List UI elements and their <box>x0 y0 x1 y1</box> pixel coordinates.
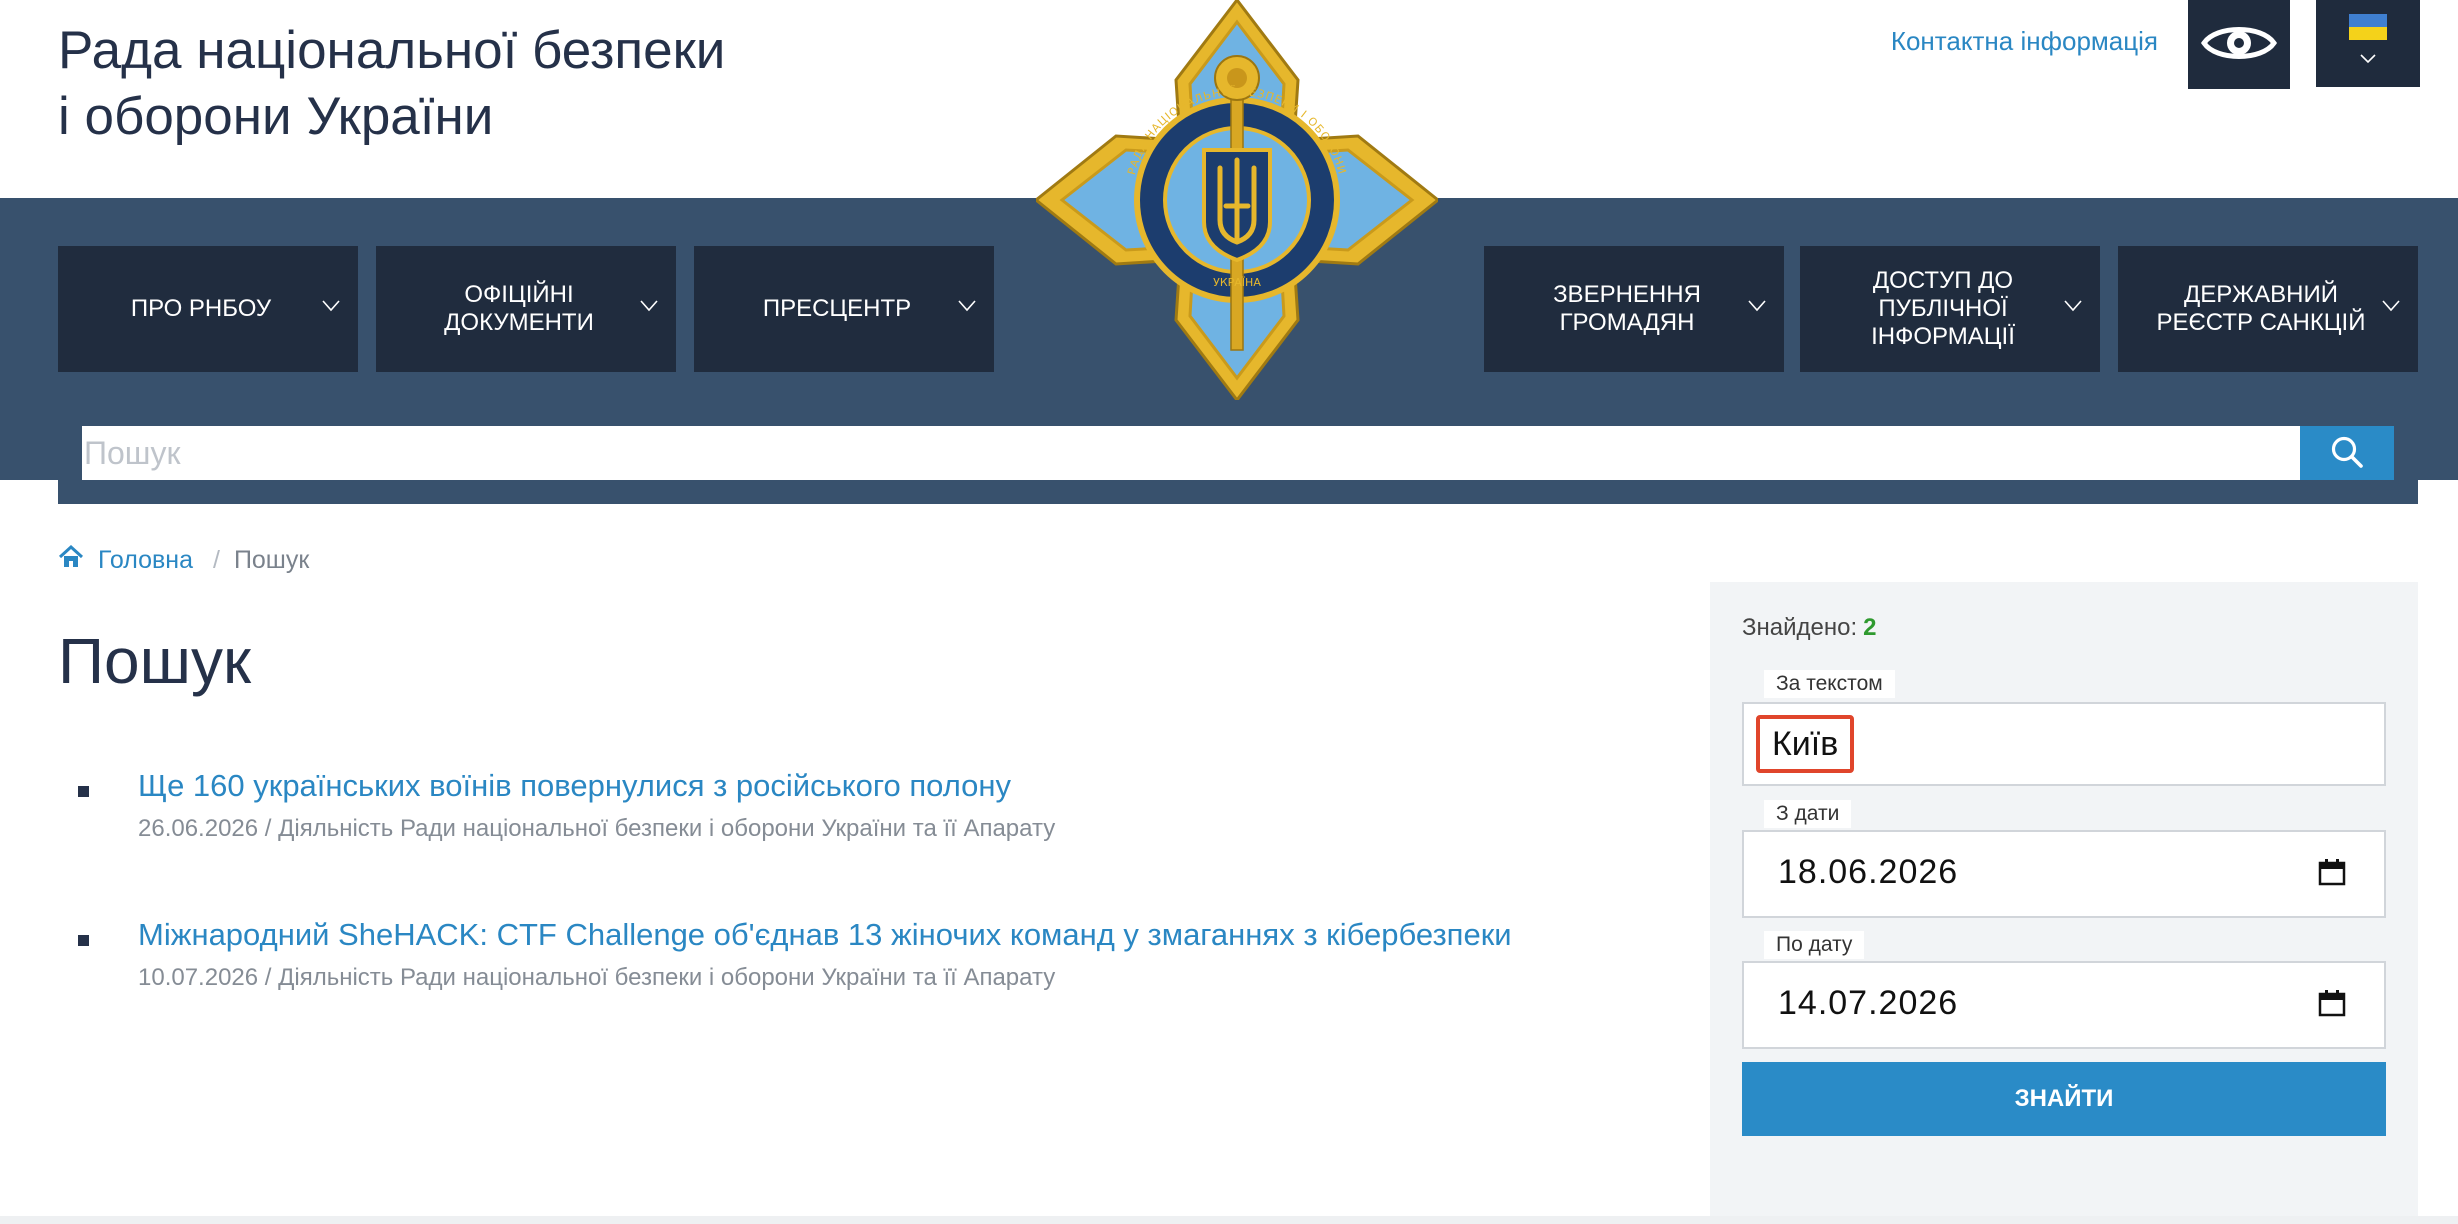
search-icon <box>2330 435 2364 472</box>
nav-item-about[interactable]: ПРО РНБОУ <box>58 246 358 372</box>
chevron-down-icon <box>2064 300 2082 315</box>
date-to-value[interactable]: 14.07.2026 <box>1778 984 1958 1023</box>
page-title: Пошук <box>58 625 251 697</box>
accessibility-button[interactable] <box>2188 0 2290 89</box>
site-title-line2: і оборони України <box>58 87 494 146</box>
calendar-icon[interactable] <box>2318 989 2346 1022</box>
chevron-down-icon <box>1748 300 1766 315</box>
result-meta: 26.06.2026 / Діяльність Ради національно… <box>138 815 1056 842</box>
results-count-label: Знайдено: <box>1742 614 1858 641</box>
chevron-down-icon <box>2360 52 2376 67</box>
nav-item-label: ОФІЦІЙНІ ДОКУМЕНТИ <box>444 281 594 336</box>
breadcrumb-home-label: Головна <box>98 545 193 574</box>
breadcrumb: Головна / Пошук <box>58 540 309 580</box>
date-to-label: По дату <box>1764 931 1865 959</box>
site-title-line1: Рада національної безпеки <box>58 21 726 80</box>
chevron-down-icon <box>2382 300 2400 315</box>
calendar-icon[interactable] <box>2318 858 2346 891</box>
text-filter-value[interactable]: Київ <box>1756 715 1855 773</box>
nav-item-official-documents[interactable]: ОФІЦІЙНІ ДОКУМЕНТИ <box>376 246 676 372</box>
nav-item-sanctions-registry[interactable]: ДЕРЖАВНИЙ РЕЄСТР САНКЦІЙ <box>2118 246 2418 372</box>
nav-item-label: ЗВЕРНЕННЯ ГРОМАДЯН <box>1553 281 1701 336</box>
nav-item-label: ПРО РНБОУ <box>130 295 272 322</box>
search-band <box>58 480 2418 504</box>
result-title-link[interactable]: Ще 160 українських воїнів повернулися з … <box>138 766 1011 806</box>
nav-item-label: ДЕРЖАВНИЙ РЕЄСТР САНКЦІЙ <box>2156 281 2366 336</box>
find-button[interactable]: ЗНАЙТИ <box>1742 1062 2386 1136</box>
search-button[interactable] <box>2300 426 2394 480</box>
chevron-down-icon <box>322 300 340 315</box>
list-bullet <box>78 786 89 797</box>
language-switcher-button[interactable] <box>2316 0 2420 87</box>
breadcrumb-current: Пошук <box>233 545 310 574</box>
nav-item-label: ПРЕСЦЕНТР <box>762 295 912 322</box>
breadcrumb-home-link[interactable]: Головна <box>58 544 193 576</box>
svg-text:УКРАЇНА: УКРАЇНА <box>1213 276 1261 289</box>
results-count: Знайдено: 2 <box>1742 614 1876 642</box>
result-title-link[interactable]: Міжнародний SheHACK: CTF Challenge об'єд… <box>138 915 1512 955</box>
nav-item-citizen-appeals[interactable]: ЗВЕРНЕННЯ ГРОМАДЯН <box>1484 246 1784 372</box>
home-icon <box>58 544 98 576</box>
result-meta: 10.07.2026 / Діяльність Ради національно… <box>138 964 1056 991</box>
contact-info-link[interactable]: Контактна інформація <box>1850 26 2158 57</box>
ukraine-flag-icon <box>2349 14 2387 40</box>
date-from-label: З дати <box>1764 800 1852 828</box>
search-input[interactable] <box>82 426 2300 480</box>
text-filter-label: За текстом <box>1764 670 1895 698</box>
nav-item-label: ДОСТУП ДО ПУБЛІЧНОЇ ІНФОРМАЦІЇ <box>1871 267 2015 350</box>
footer-divider <box>0 1216 2458 1224</box>
date-from-value[interactable]: 18.06.2026 <box>1778 853 1958 892</box>
chevron-down-icon <box>640 300 658 315</box>
nsdc-emblem-logo[interactable]: РАДА НАЦІОНАЛЬНОЇ БЕЗПЕКИ І ОБОРОНИ УКРА… <box>1033 0 1441 403</box>
site-title: Рада національної безпеки і оборони Укра… <box>58 18 738 150</box>
nav-item-public-information[interactable]: ДОСТУП ДО ПУБЛІЧНОЇ ІНФОРМАЦІЇ <box>1800 246 2100 372</box>
eye-icon <box>2200 21 2278 68</box>
breadcrumb-separator: / <box>212 545 220 574</box>
chevron-down-icon <box>958 300 976 315</box>
results-count-value: 2 <box>1863 614 1877 641</box>
list-bullet <box>78 935 89 946</box>
nav-item-press-center[interactable]: ПРЕСЦЕНТР <box>694 246 994 372</box>
